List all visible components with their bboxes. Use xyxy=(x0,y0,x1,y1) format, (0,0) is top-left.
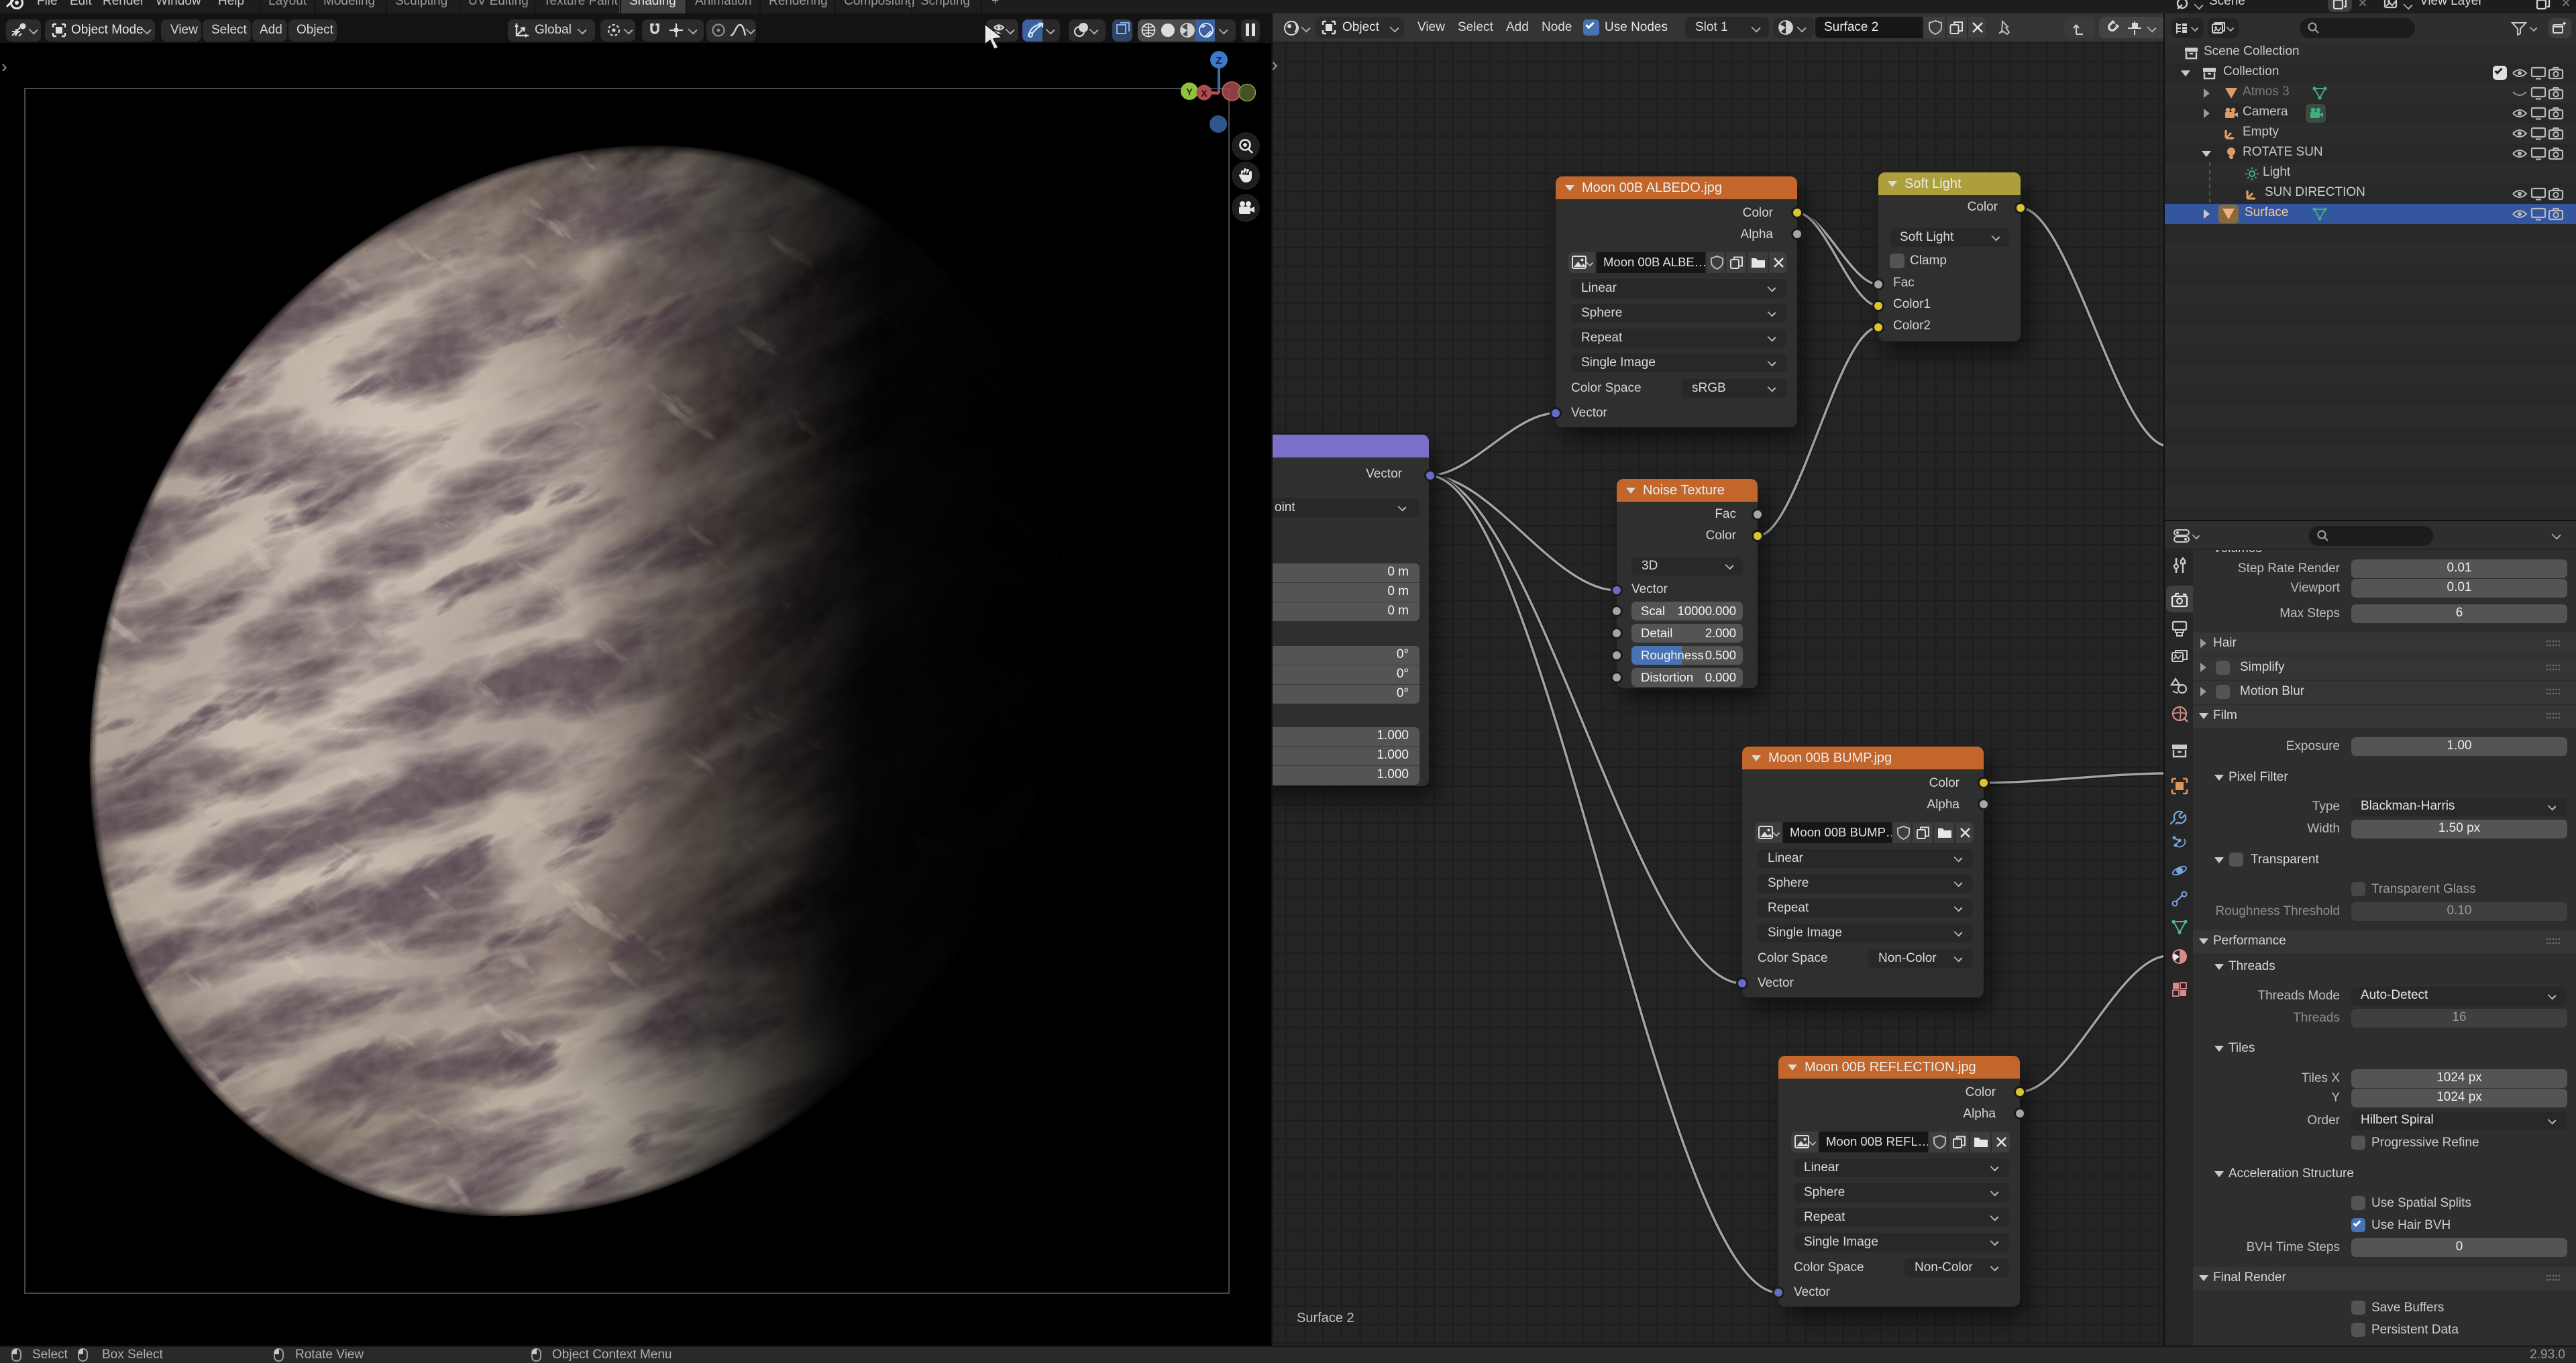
svg-text:Z: Z xyxy=(1216,55,1222,66)
svg-text:X: X xyxy=(1201,88,1208,99)
svg-text:Y: Y xyxy=(1186,87,1193,98)
